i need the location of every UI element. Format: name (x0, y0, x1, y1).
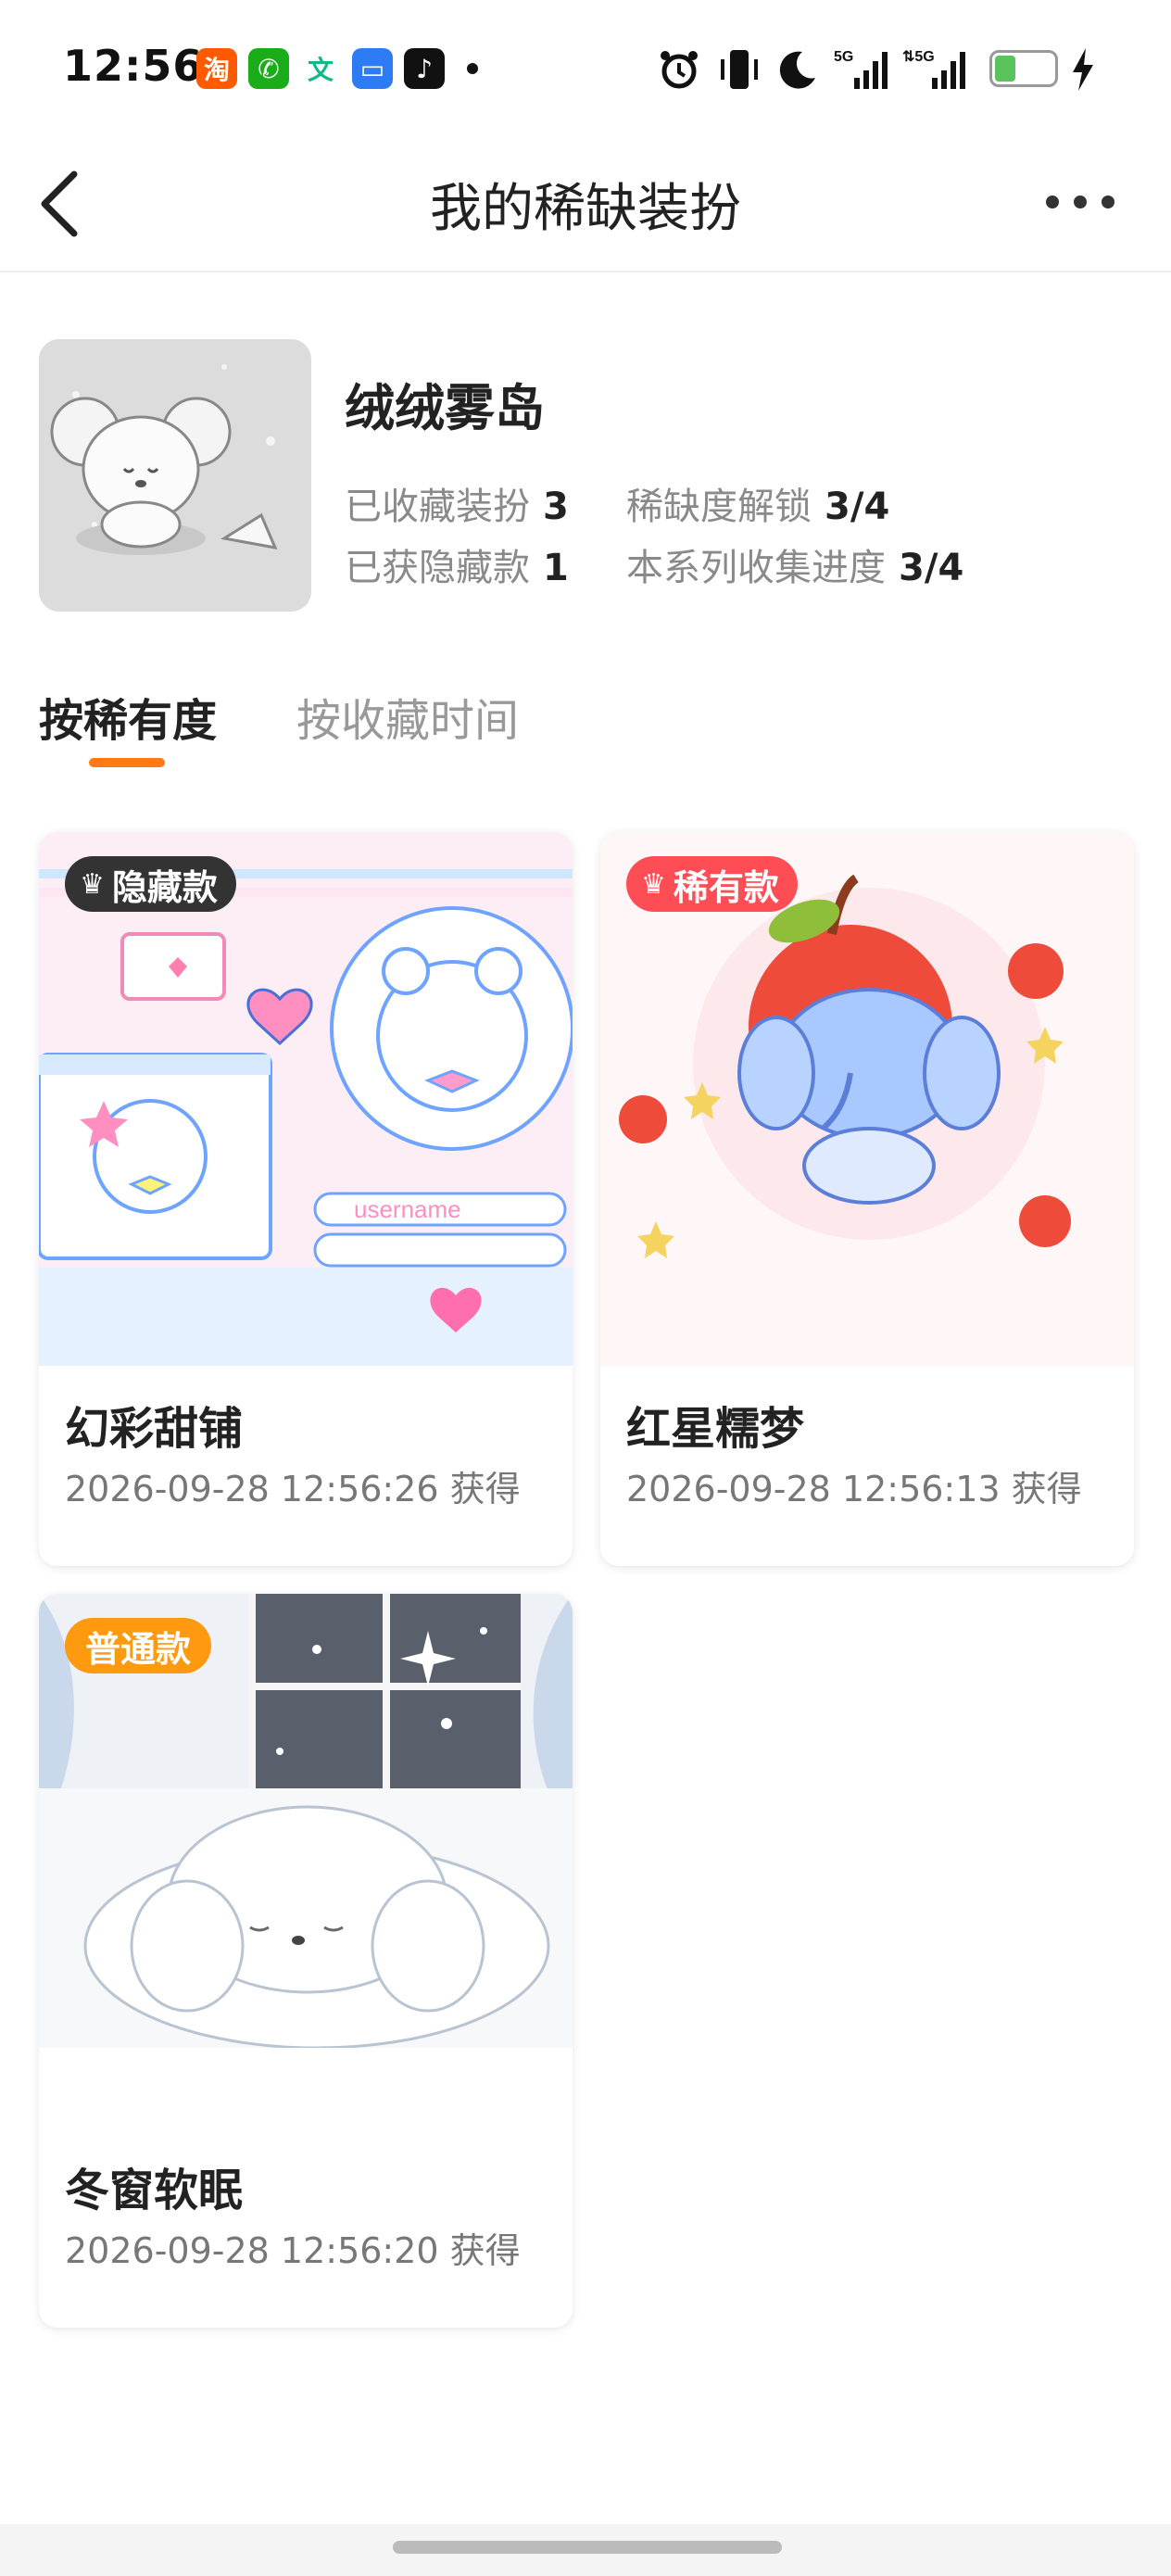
translate-icon: 文 (300, 48, 341, 89)
home-indicator[interactable] (393, 2541, 782, 2554)
crown-icon: ♛ (641, 867, 666, 901)
rarity-badge: ♛ 稀有款 (626, 856, 798, 912)
outfit-card-hidden[interactable]: username ♛ 隐藏款 幻彩甜铺 2026-09-28 12:56:26 … (39, 832, 573, 1566)
alarm-icon (661, 51, 698, 89)
vibrate-icon (721, 50, 758, 89)
series-name: 绒绒雾岛 (345, 379, 545, 437)
wechat-icon: ✆ (248, 48, 289, 89)
stat-series-progress: 本系列收集进度 3/4 (626, 537, 963, 591)
battery-icon: 7 (989, 50, 1058, 87)
crown-icon: ♛ (80, 867, 105, 901)
stat-value: 1 (543, 547, 569, 589)
tab-by-rarity[interactable]: 按稀有度 (39, 684, 217, 749)
signal-5g-icon-2: ⇅5G (902, 49, 965, 89)
signal-5g-icon-1: 5G (834, 49, 888, 89)
rarity-badge: 普通款 (65, 1618, 212, 1673)
do-not-disturb-icon (779, 51, 815, 89)
taobao-icon: 淘 (196, 48, 237, 89)
stat-collected: 已收藏装扮 3 (345, 476, 569, 530)
stat-hidden-obtained: 已获隐藏款 1 (345, 537, 569, 591)
rarity-badge: ♛ 隐藏款 (65, 856, 236, 912)
more-notifications-dot (467, 63, 478, 74)
stat-label: 稀缺度解锁 (626, 486, 812, 528)
nav-bar: 我的稀缺装扮 (0, 139, 1171, 272)
stat-label: 已收藏装扮 (345, 486, 530, 528)
charging-icon (1073, 48, 1093, 91)
status-time: 12:56 (63, 41, 204, 91)
page-title: 我的稀缺装扮 (430, 179, 741, 239)
obtained-date: 2026-09-28 12:56:20 获得 (65, 2230, 521, 2271)
rarity-badge-label: 普通款 (85, 1628, 192, 1670)
tiktok-icon: ♪ (404, 48, 445, 89)
stat-value: 3/4 (899, 547, 964, 589)
files-icon: ▭ (352, 48, 393, 89)
battery-level: 7 (1014, 55, 1033, 82)
stat-rarity-unlocked: 稀缺度解锁 3/4 (626, 476, 889, 530)
status-bar: 12:56 淘 ✆ 文 ▭ ♪ 5G ⇅5G 7 (0, 0, 1171, 139)
image-username-text: username (354, 1195, 461, 1223)
outfit-name: 冬窗软眠 (65, 2165, 244, 2216)
stat-value: 3/4 (825, 486, 890, 528)
outfit-card-common[interactable]: 普通款 冬窗软眠 2026-09-28 12:56:20 获得 (39, 1594, 573, 2328)
svg-text:5G: 5G (834, 49, 853, 65)
obtained-date: 2026-09-28 12:56:26 获得 (65, 1469, 521, 1509)
obtained-date: 2026-09-28 12:56:13 获得 (626, 1469, 1082, 1509)
rarity-badge-label: 稀有款 (673, 866, 779, 908)
outfit-image (39, 1594, 573, 2128)
active-tab-indicator (89, 758, 165, 767)
outfit-image (600, 832, 1134, 1366)
stat-label: 本系列收集进度 (626, 547, 886, 589)
outfit-image: username (39, 832, 573, 1366)
svg-text:⇅5G: ⇅5G (902, 49, 935, 65)
rarity-badge-label: 隐藏款 (111, 866, 218, 908)
outfit-name: 红星糯梦 (626, 1403, 805, 1455)
outfit-card-rare[interactable]: ♛ 稀有款 红星糯梦 2026-09-28 12:56:13 获得 (600, 832, 1134, 1566)
series-cover-image (39, 339, 311, 612)
stat-label: 已获隐藏款 (345, 547, 530, 589)
more-options-icon[interactable] (1041, 180, 1119, 224)
stat-value: 3 (543, 486, 569, 528)
outfit-name: 幻彩甜铺 (65, 1403, 244, 1455)
tab-by-collect-time[interactable]: 按收藏时间 (296, 684, 519, 749)
